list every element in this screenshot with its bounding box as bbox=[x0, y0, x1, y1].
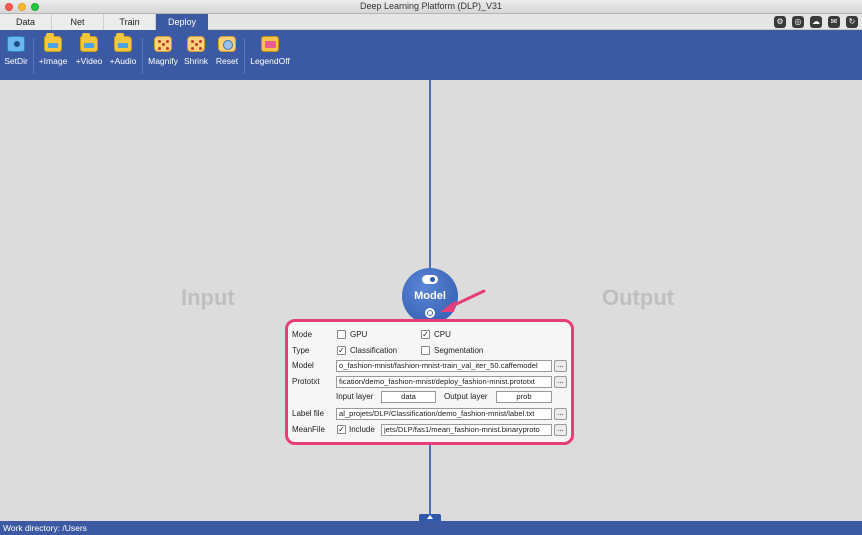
add-image-button[interactable]: +Image bbox=[38, 33, 68, 76]
type-row: Type ✓ Classification Segmentation bbox=[292, 345, 567, 359]
labelfile-browse-button[interactable]: ... bbox=[554, 408, 567, 420]
refresh-icon[interactable]: ↻ bbox=[846, 16, 858, 28]
mode-row: Mode GPU ✓ CPU bbox=[292, 329, 567, 343]
status-bar: Work directory: /Users bbox=[0, 521, 862, 535]
include-label: Include bbox=[349, 425, 375, 434]
toolbar: SetDir +Image +Video +Audio Magnify Shri… bbox=[0, 30, 862, 80]
meanfile-path-input[interactable]: jets/DLP/fas1/mean_fashion-mnist.binaryp… bbox=[381, 424, 552, 436]
compass-icon[interactable]: ◎ bbox=[792, 16, 804, 28]
shrink-button[interactable]: Shrink bbox=[182, 36, 210, 76]
tab-deploy[interactable]: Deploy bbox=[156, 14, 208, 30]
meanfile-label: MeanFile bbox=[292, 425, 325, 434]
add-image-label: +Image bbox=[38, 56, 68, 66]
add-video-button[interactable]: +Video bbox=[74, 33, 104, 76]
tab-train[interactable]: Train bbox=[104, 14, 156, 30]
model-config-panel: Mode GPU ✓ CPU Type ✓ Classification Seg… bbox=[285, 319, 574, 445]
output-layer-label: Output layer bbox=[444, 392, 488, 401]
segmentation-checkbox[interactable] bbox=[421, 346, 430, 355]
model-field-label: Model bbox=[292, 361, 314, 370]
magnify-label: Magnify bbox=[148, 56, 178, 66]
toolbar-divider bbox=[244, 38, 245, 74]
title-bar: Deep Learning Platform (DLP)_V31 bbox=[0, 0, 862, 14]
prototxt-browse-button[interactable]: ... bbox=[554, 376, 567, 388]
magnify-button[interactable]: Magnify bbox=[147, 36, 179, 76]
input-layer-label: Input layer bbox=[336, 392, 374, 401]
header-icon-group: ⚙ ◎ ☁ ✉ ↻ bbox=[768, 15, 858, 29]
add-audio-button[interactable]: +Audio bbox=[108, 33, 138, 76]
output-layer-input[interactable]: prob bbox=[496, 391, 552, 403]
audio-folder-icon bbox=[114, 33, 132, 52]
legend-icon bbox=[261, 36, 279, 52]
pointer-arrow-icon bbox=[440, 289, 486, 312]
prototxt-label: Prototxt bbox=[292, 377, 320, 386]
meanfile-row: MeanFile ✓ Include jets/DLP/fas1/mean_fa… bbox=[292, 424, 567, 438]
video-folder-icon bbox=[80, 33, 98, 52]
tab-net[interactable]: Net bbox=[52, 14, 104, 30]
expand-panel-handle[interactable] bbox=[419, 514, 441, 521]
gpu-label: GPU bbox=[350, 330, 368, 339]
tab-data[interactable]: Data bbox=[0, 14, 52, 30]
image-folder-icon bbox=[44, 33, 62, 52]
prototxt-row: Prototxt fication/demo_fashion-mnist/dep… bbox=[292, 376, 567, 390]
gpu-checkbox[interactable] bbox=[337, 330, 346, 339]
toolbar-divider bbox=[33, 38, 34, 74]
add-video-label: +Video bbox=[75, 56, 103, 66]
type-label: Type bbox=[292, 346, 310, 355]
setdir-label: SetDir bbox=[4, 56, 28, 66]
window-title: Deep Learning Platform (DLP)_V31 bbox=[359, 1, 503, 11]
reset-button[interactable]: Reset bbox=[215, 36, 239, 76]
cpu-checkbox[interactable]: ✓ bbox=[421, 330, 430, 339]
include-checkbox[interactable]: ✓ bbox=[337, 425, 346, 434]
output-area-label: Output bbox=[602, 285, 675, 310]
model-row: Model o_fashion-mnist/fashion-mnist-trai… bbox=[292, 360, 567, 374]
cpu-label: CPU bbox=[434, 330, 451, 339]
meanfile-browse-button[interactable]: ... bbox=[554, 424, 567, 436]
model-browse-button[interactable]: ... bbox=[554, 360, 567, 372]
classification-checkbox[interactable]: ✓ bbox=[337, 346, 346, 355]
camera-folder-icon bbox=[7, 36, 25, 52]
setdir-button[interactable]: SetDir bbox=[4, 36, 28, 76]
labelfile-label: Label file bbox=[292, 409, 325, 418]
labelfile-row: Label file al_projets/DLP/Classification… bbox=[292, 408, 567, 422]
connector-line-bottom bbox=[429, 445, 431, 521]
gear-icon[interactable] bbox=[425, 308, 435, 318]
add-audio-label: +Audio bbox=[109, 56, 137, 66]
shrink-label: Shrink bbox=[183, 56, 209, 66]
connector-line-top bbox=[429, 80, 431, 268]
settings-icon[interactable]: ⚙ bbox=[774, 16, 786, 28]
prototxt-path-input[interactable]: fication/demo_fashion-mnist/deploy_fashi… bbox=[336, 376, 552, 388]
shrink-icon bbox=[187, 36, 205, 52]
classification-label: Classification bbox=[350, 346, 398, 355]
toggle-icon[interactable] bbox=[422, 275, 438, 284]
reset-label: Reset bbox=[215, 56, 239, 66]
magnify-icon bbox=[154, 36, 172, 52]
chat-icon[interactable]: ☁ bbox=[810, 16, 822, 28]
labelfile-path-input[interactable]: al_projets/DLP/Classification/demo_fashi… bbox=[336, 408, 552, 420]
tab-bar: Data Net Train Deploy ⚙ ◎ ☁ ✉ ↻ bbox=[0, 14, 862, 30]
mail-icon[interactable]: ✉ bbox=[828, 16, 840, 28]
input-area-label: Input bbox=[181, 285, 235, 310]
toolbar-divider bbox=[142, 38, 143, 74]
reset-icon bbox=[218, 36, 236, 52]
layer-row: Input layer data Output layer prob bbox=[292, 391, 567, 405]
legend-off-label: LegendOff bbox=[250, 56, 290, 66]
input-layer-input[interactable]: data bbox=[381, 391, 436, 403]
model-path-input[interactable]: o_fashion-mnist/fashion-mnist-train_val_… bbox=[336, 360, 552, 372]
mode-label: Mode bbox=[292, 330, 313, 339]
segmentation-label: Segmentation bbox=[434, 346, 484, 355]
legend-off-button[interactable]: LegendOff bbox=[250, 36, 290, 76]
deploy-canvas[interactable]: Input Output Model Mode GPU ✓ CPU Type ✓… bbox=[0, 80, 862, 521]
